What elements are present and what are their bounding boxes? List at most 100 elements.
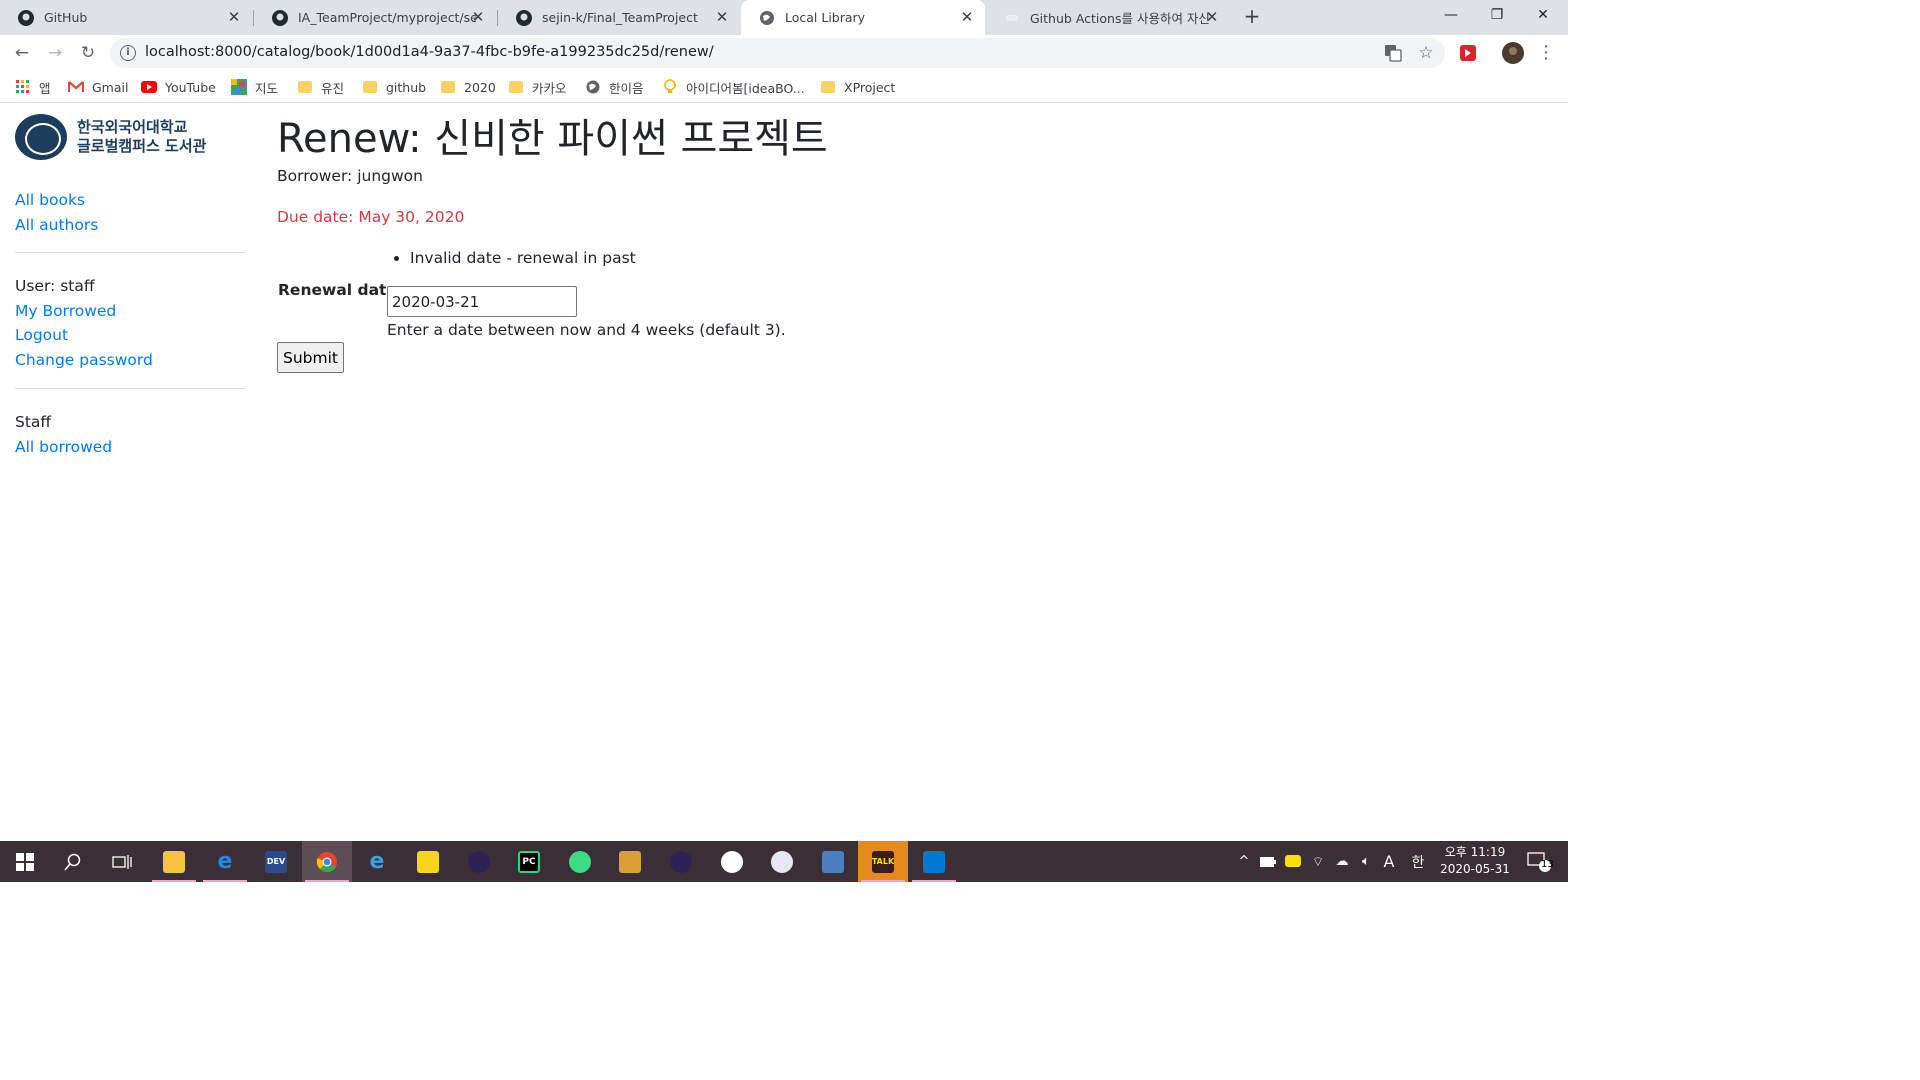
sidebar-link-all-borrowed[interactable]: All borrowed bbox=[15, 435, 245, 460]
folder-icon bbox=[440, 79, 456, 95]
translate-icon[interactable] bbox=[1384, 44, 1402, 62]
android-studio-icon[interactable] bbox=[555, 841, 605, 882]
edge-icon[interactable]: e bbox=[200, 841, 250, 882]
back-button[interactable]: ← bbox=[8, 39, 36, 67]
remote-desktop-icon[interactable] bbox=[808, 841, 858, 882]
pycharm-icon[interactable]: PC bbox=[504, 841, 554, 882]
sidebar-link-all-books[interactable]: All books bbox=[15, 188, 245, 213]
bookmark-label: YouTube bbox=[165, 79, 216, 95]
lightbulb-icon bbox=[662, 79, 678, 95]
tab-title: Local Library bbox=[785, 10, 866, 25]
submit-button[interactable]: Submit bbox=[277, 342, 344, 373]
network-tool-icon[interactable] bbox=[605, 841, 655, 882]
clock[interactable]: 오후 11:19 2020-05-31 bbox=[1430, 844, 1520, 878]
logo-line: 글로벌캠퍼스 도서관 bbox=[77, 137, 207, 155]
borrower-text: Borrower: jungwon bbox=[277, 167, 423, 185]
volume-icon[interactable]: 🔈︎ bbox=[1355, 841, 1377, 882]
file-explorer-icon[interactable] bbox=[149, 841, 199, 882]
onedrive-icon[interactable]: ☁ bbox=[1330, 841, 1354, 882]
minimize-button[interactable]: — bbox=[1428, 0, 1474, 32]
error-list: Invalid date - renewal in past bbox=[410, 249, 636, 267]
library-logo[interactable]: 한국외국어대학교 글로벌캠퍼스 도서관 bbox=[15, 114, 206, 160]
clock-date: 2020-05-31 bbox=[1440, 862, 1510, 876]
eclipse-icon[interactable] bbox=[454, 841, 504, 882]
input-mode-indicator[interactable]: A bbox=[1378, 841, 1400, 882]
bookmark-haneum[interactable]: 한이음 bbox=[585, 77, 644, 97]
task-view-icon[interactable] bbox=[97, 841, 147, 882]
bookmarks-bar: 앱 Gmail YouTube 지도 유진 github 2020 카카오 한이… bbox=[0, 71, 1568, 103]
close-window-button[interactable]: ✕ bbox=[1520, 0, 1566, 32]
internet-explorer-icon[interactable]: e bbox=[352, 841, 402, 882]
windows-taskbar: e DEV e PC TALK ^ ⌔ ☁ 🔈︎ A 한 오후 11:19 20… bbox=[0, 841, 1568, 882]
bookmark-maps[interactable]: 지도 bbox=[231, 77, 278, 97]
sidebar-link-change-password[interactable]: Change password bbox=[15, 348, 245, 373]
tab-title: GitHub bbox=[44, 10, 88, 25]
ime-indicator[interactable]: 한 bbox=[1407, 841, 1429, 882]
notepad-icon[interactable] bbox=[707, 841, 757, 882]
bookmark-label: 한이음 bbox=[609, 80, 644, 96]
tab-github-actions[interactable]: Github Actions를 사용하여 자신 ✕ bbox=[986, 0, 1230, 35]
bookmark-youtube[interactable]: YouTube bbox=[141, 77, 216, 97]
bookmark-ideabom[interactable]: 아이디어봄[ideaBO... bbox=[662, 77, 805, 97]
tab-final-teamproject[interactable]: sejin-k/Final_TeamProject ✕ bbox=[498, 0, 740, 35]
search-icon[interactable] bbox=[48, 841, 98, 882]
bookmark-gmail[interactable]: Gmail bbox=[68, 77, 128, 97]
sidebar-divider bbox=[15, 388, 245, 389]
vscode-icon[interactable] bbox=[909, 841, 959, 882]
kakaotalk-tray-icon[interactable] bbox=[1282, 841, 1304, 882]
wifi-icon[interactable]: ⌔ bbox=[1307, 841, 1329, 882]
url-text[interactable]: localhost:8000/catalog/book/1d00d1a4-9a3… bbox=[145, 44, 714, 60]
avatar[interactable] bbox=[1500, 40, 1526, 66]
sidebar-link-my-borrowed[interactable]: My Borrowed bbox=[15, 299, 245, 324]
sidebar-link-logout[interactable]: Logout bbox=[15, 323, 245, 348]
extension-icon[interactable] bbox=[1455, 40, 1481, 66]
sidebar-staff-section: Staff All borrowed bbox=[15, 410, 245, 459]
apps-grid-icon bbox=[15, 79, 31, 95]
bookmark-folder-yujin[interactable]: 유진 bbox=[297, 77, 344, 97]
page-content: 한국외국어대학교 글로벌캠퍼스 도서관 All books All author… bbox=[0, 104, 1568, 841]
paint-icon[interactable] bbox=[757, 841, 807, 882]
address-bar[interactable]: i localhost:8000/catalog/book/1d00d1a4-9… bbox=[110, 38, 1445, 68]
dev-cpp-icon[interactable]: DEV bbox=[251, 841, 301, 882]
notification-center-button[interactable]: 13 bbox=[1523, 841, 1555, 882]
reload-button[interactable]: ↻ bbox=[74, 39, 102, 67]
tab-ia-teamproject[interactable]: IA_TeamProject/myproject/searc ✕ bbox=[254, 0, 496, 35]
new-tab-button[interactable]: + bbox=[1240, 5, 1264, 29]
bookmark-label: XProject bbox=[844, 79, 896, 95]
kakaotalk-icon[interactable]: TALK bbox=[858, 841, 908, 882]
tab-local-library[interactable]: Local Library ✕ bbox=[741, 0, 985, 35]
tab-title: IA_TeamProject/myproject/searc bbox=[298, 10, 476, 25]
sidebar-link-all-authors[interactable]: All authors bbox=[15, 213, 245, 238]
browser-toolbar: ← → ↻ i localhost:8000/catalog/book/1d00… bbox=[0, 35, 1568, 71]
folder-icon bbox=[297, 79, 313, 95]
bookmark-folder-github[interactable]: github bbox=[362, 77, 426, 97]
forward-button[interactable]: → bbox=[41, 39, 69, 67]
bookmark-folder-kakao[interactable]: 카카오 bbox=[508, 77, 567, 97]
close-icon[interactable]: ✕ bbox=[959, 9, 975, 25]
close-icon[interactable]: ✕ bbox=[714, 9, 730, 25]
folder-icon bbox=[820, 79, 836, 95]
restore-button[interactable]: ❐ bbox=[1474, 0, 1520, 32]
close-icon[interactable]: ✕ bbox=[226, 9, 242, 25]
chrome-icon[interactable] bbox=[302, 841, 352, 882]
battery-icon[interactable] bbox=[1257, 841, 1279, 882]
tab-github[interactable]: GitHub ✕ bbox=[0, 0, 252, 35]
maps-icon bbox=[231, 79, 247, 95]
globe-icon bbox=[585, 79, 601, 95]
sidebar-divider-wrap bbox=[15, 388, 245, 389]
tab-title: sejin-k/Final_TeamProject bbox=[542, 10, 698, 25]
bookmark-folder-xproject[interactable]: XProject bbox=[820, 77, 895, 97]
eclipse-2-icon[interactable] bbox=[656, 841, 706, 882]
bookmark-folder-2020[interactable]: 2020 bbox=[440, 77, 496, 97]
star-icon[interactable]: ☆ bbox=[1417, 44, 1435, 62]
close-icon[interactable]: ✕ bbox=[1204, 9, 1220, 25]
sticky-notes-icon[interactable] bbox=[403, 841, 453, 882]
bookmark-apps[interactable]: 앱 bbox=[15, 77, 51, 97]
close-icon[interactable]: ✕ bbox=[470, 9, 486, 25]
start-button[interactable] bbox=[0, 841, 50, 882]
bookmark-label: 앱 bbox=[39, 80, 51, 96]
chevron-up-icon[interactable]: ^ bbox=[1234, 841, 1254, 882]
renewal-date-input[interactable] bbox=[387, 286, 577, 317]
menu-icon[interactable]: ⋮ bbox=[1533, 40, 1559, 66]
info-icon[interactable]: i bbox=[120, 45, 136, 61]
